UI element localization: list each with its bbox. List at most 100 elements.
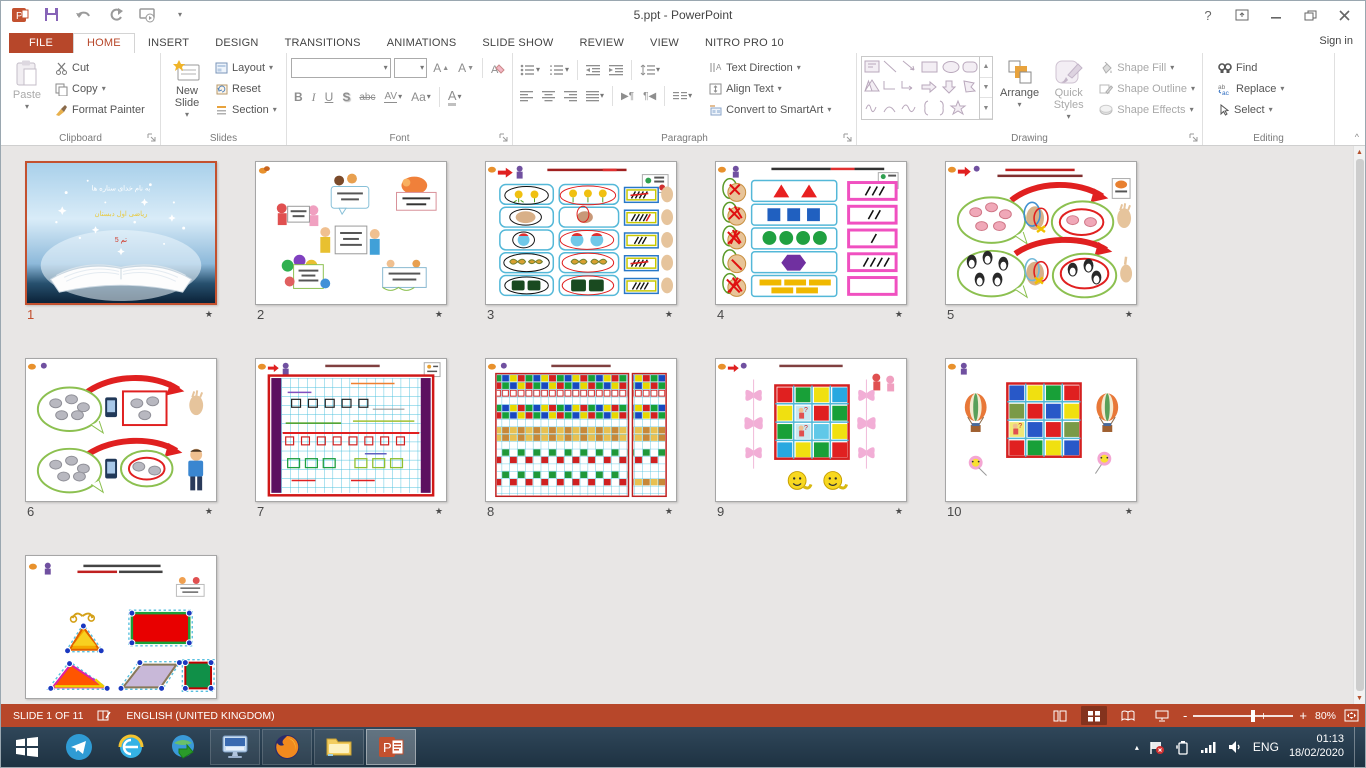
reset-button[interactable]: Reset — [212, 79, 280, 99]
drawing-dialog-launcher[interactable] — [1189, 133, 1199, 143]
idm-icon[interactable] — [157, 727, 209, 767]
telegram-icon[interactable] — [53, 727, 105, 767]
clear-formatting-button[interactable]: A — [488, 58, 508, 78]
vertical-scrollbar[interactable]: ▲ ▼ — [1353, 146, 1365, 704]
quick-styles-button[interactable]: Quick Styles ▾ — [1046, 56, 1091, 130]
tab-transitions[interactable]: TRANSITIONS — [272, 34, 374, 53]
collapse-ribbon-button[interactable]: ^ — [1355, 132, 1359, 142]
slide-thumbnail-1[interactable]: به نام خدای ستاره ها ریاضی اول دبستان تم… — [25, 161, 217, 305]
shapes-more-icon[interactable]: ▼ — [980, 98, 992, 119]
scroll-up-icon[interactable]: ▲ — [1356, 146, 1363, 158]
tab-design[interactable]: DESIGN — [202, 34, 271, 53]
section-button[interactable]: Section ▾ — [212, 100, 280, 120]
file-explorer-icon[interactable] — [314, 729, 364, 765]
strikethrough-button[interactable]: abc — [356, 87, 378, 107]
tab-file[interactable]: FILE — [9, 33, 73, 53]
slide-thumbnail-3[interactable] — [485, 161, 677, 305]
ribbon-display-options-button[interactable] — [1227, 4, 1257, 26]
restore-button[interactable] — [1295, 4, 1325, 26]
minimize-button[interactable] — [1261, 4, 1291, 26]
rtl-text-direction-button[interactable]: ¶◀ — [640, 86, 659, 106]
shapes-gallery-scrollbar[interactable]: ▲▼▼ — [979, 57, 992, 119]
input-language-indicator[interactable]: ENG — [1253, 740, 1279, 754]
zoom-percentage[interactable]: 80% — [1315, 710, 1336, 722]
slide-thumbnail-8[interactable] — [485, 358, 677, 502]
change-case-button[interactable]: Aa▾ — [408, 87, 434, 107]
align-left-button[interactable] — [517, 86, 536, 106]
bold-button[interactable]: B — [291, 87, 306, 107]
clock[interactable]: 01:13 18/02/2020 — [1289, 733, 1344, 761]
tab-animations[interactable]: ANIMATIONS — [374, 34, 470, 53]
tray-expand-icon[interactable]: ▴ — [1135, 743, 1139, 752]
language-indicator[interactable]: ENGLISH (UNITED KINGDOM) — [126, 710, 274, 722]
paste-button[interactable]: Paste ▾ — [5, 56, 49, 130]
slide-thumbnail-10[interactable]: ? — [945, 358, 1137, 502]
save-button[interactable] — [41, 4, 63, 26]
close-button[interactable] — [1329, 4, 1359, 26]
spellcheck-icon[interactable] — [97, 709, 112, 722]
tab-nitro-pro[interactable]: NITRO PRO 10 — [692, 34, 797, 53]
on-screen-keyboard-icon[interactable] — [210, 729, 260, 765]
text-direction-button[interactable]: A Text Direction ▾ — [706, 58, 834, 78]
increase-font-size-button[interactable]: A▲ — [430, 58, 452, 78]
clipboard-dialog-launcher[interactable] — [147, 133, 157, 143]
slide-show-button[interactable] — [1149, 706, 1175, 725]
new-slide-button[interactable]: New Slide ▾ — [165, 56, 209, 130]
action-center-icon[interactable] — [1149, 740, 1165, 755]
tab-view[interactable]: VIEW — [637, 34, 692, 53]
slide-thumbnail-2[interactable] — [255, 161, 447, 305]
internet-explorer-icon[interactable] — [105, 727, 157, 767]
firefox-icon[interactable] — [262, 729, 312, 765]
underline-button[interactable]: U — [322, 87, 337, 107]
zoom-out-button[interactable]: - — [1183, 708, 1187, 723]
shape-outline-button[interactable]: Shape Outline ▾ — [1096, 79, 1198, 99]
zoom-in-button[interactable]: + — [1299, 708, 1307, 723]
slide-thumbnail-11[interactable] — [25, 555, 217, 699]
customize-qat-button[interactable]: ▾ — [169, 4, 191, 26]
arrange-button[interactable]: Arrange ▾ — [996, 56, 1043, 130]
undo-button[interactable] — [73, 4, 95, 26]
shape-effects-button[interactable]: Shape Effects ▾ — [1096, 100, 1198, 120]
replace-button[interactable]: abac Replace ▾ — [1215, 79, 1287, 99]
align-right-button[interactable] — [561, 86, 580, 106]
cut-button[interactable]: Cut — [52, 58, 148, 78]
slide-sorter-view-button[interactable] — [1081, 706, 1107, 725]
shapes-scroll-up-icon[interactable]: ▲ — [980, 57, 992, 78]
text-shadow-button[interactable]: S — [339, 87, 353, 107]
reading-view-button[interactable] — [1115, 706, 1141, 725]
bullets-button[interactable]: ▾ — [517, 60, 543, 80]
fit-to-window-button[interactable] — [1344, 709, 1359, 722]
tab-slide-show[interactable]: SLIDE SHOW — [469, 34, 566, 53]
font-dialog-launcher[interactable] — [499, 133, 509, 143]
shapes-gallery[interactable]: ▲▼▼ — [861, 56, 993, 120]
zoom-slider-track[interactable] — [1193, 715, 1293, 717]
numbering-button[interactable]: ▾ — [546, 60, 572, 80]
decrease-font-size-button[interactable]: A▼ — [455, 58, 477, 78]
start-button[interactable] — [1, 727, 53, 767]
convert-to-smartart-button[interactable]: Convert to SmartArt ▾ — [706, 100, 834, 120]
font-color-button[interactable]: A▾ — [445, 87, 465, 107]
ltr-text-direction-button[interactable]: ▶¶ — [618, 86, 637, 106]
font-size-combobox[interactable]: ▾ — [394, 58, 428, 78]
zoom-slider-thumb[interactable] — [1251, 710, 1255, 722]
slide-thumbnail-9[interactable]: ? ? — [715, 358, 907, 502]
redo-button[interactable] — [105, 4, 127, 26]
shapes-scroll-down-icon[interactable]: ▼ — [980, 78, 992, 99]
tab-insert[interactable]: INSERT — [135, 34, 202, 53]
select-button[interactable]: Select ▾ — [1215, 100, 1287, 120]
align-center-button[interactable] — [539, 86, 558, 106]
find-button[interactable]: Find — [1215, 58, 1287, 78]
tab-review[interactable]: REVIEW — [566, 34, 637, 53]
shape-fill-button[interactable]: Shape Fill ▾ — [1096, 58, 1198, 78]
format-painter-button[interactable]: Format Painter — [52, 100, 148, 120]
columns-button[interactable]: ▾ — [670, 86, 695, 106]
sign-in-link[interactable]: Sign in — [1319, 35, 1365, 47]
powerpoint-taskbar-icon[interactable]: P — [366, 729, 416, 765]
volume-icon[interactable] — [1227, 740, 1243, 754]
normal-view-button[interactable] — [1047, 706, 1073, 725]
line-spacing-button[interactable]: ▾ — [637, 60, 663, 80]
justify-button[interactable]: ▾ — [583, 86, 607, 106]
tab-home[interactable]: HOME — [73, 33, 135, 53]
align-text-button[interactable]: Align Text ▾ — [706, 79, 834, 99]
character-spacing-button[interactable]: AV▾ — [381, 87, 405, 107]
